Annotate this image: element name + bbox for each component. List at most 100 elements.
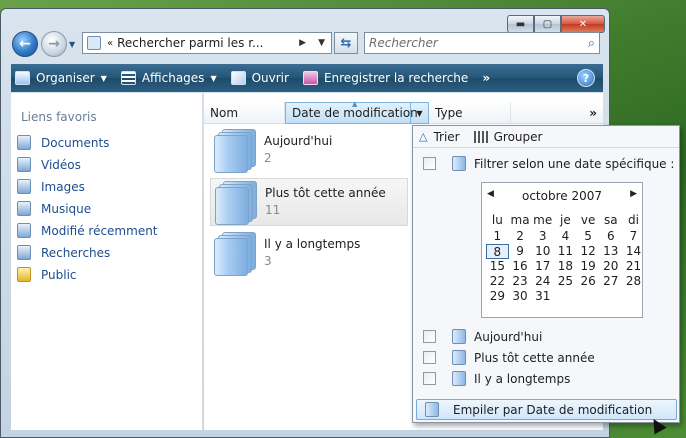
back-button[interactable]: ←: [12, 31, 38, 57]
calendar-day[interactable]: 9: [509, 244, 532, 259]
column-name[interactable]: Nom: [204, 102, 285, 124]
forward-button[interactable]: →: [41, 31, 67, 57]
calendar-day[interactable]: 29: [486, 289, 509, 304]
calendar-day[interactable]: 30: [509, 289, 532, 304]
days-of-week: lu ma me je ve sa di: [486, 213, 645, 227]
sidebar-item-label: Images: [41, 179, 85, 194]
breadcrumb-arrow-icon[interactable]: ▶: [293, 38, 312, 48]
help-icon[interactable]: ?: [577, 69, 595, 87]
stack-name: Plus tôt cette année: [265, 186, 386, 200]
sidebar-item-searches[interactable]: Recherches: [17, 245, 110, 260]
search-input[interactable]: Rechercher: [369, 36, 588, 50]
filter-this-year-label: Plus tôt cette année: [474, 351, 595, 365]
views-button[interactable]: Affichages ▼: [120, 71, 217, 85]
sidebar-item-music[interactable]: Musique: [17, 201, 91, 216]
column-filter-dropdown[interactable]: ▼: [410, 103, 428, 123]
day-of-week: ve: [580, 213, 596, 227]
sidebar-item-recent[interactable]: Modifié récemment: [17, 223, 158, 238]
calendar-day[interactable]: 10: [531, 244, 554, 259]
calendar-day[interactable]: 3: [531, 229, 554, 244]
maximize-button[interactable]: ▢: [534, 15, 561, 33]
column-date-modified[interactable]: ▲ Date de modification ▼: [285, 100, 429, 124]
sidebar-item-images[interactable]: Images: [17, 179, 85, 194]
calendar-day[interactable]: 11: [554, 244, 577, 259]
sidebar-item-documents[interactable]: Documents: [17, 135, 109, 150]
stack-long-ago[interactable]: Il y a longtemps 3: [210, 230, 408, 278]
calendar-week: 1 2 3 4 5 6 7: [486, 229, 645, 244]
next-month-icon[interactable]: ▶: [630, 189, 637, 199]
public-folder-icon: [17, 267, 31, 282]
stack-name: Il y a longtemps: [264, 237, 361, 251]
close-button[interactable]: ✕: [561, 15, 605, 33]
calendar-day[interactable]: 2: [509, 229, 532, 244]
calendar-day[interactable]: 24: [531, 274, 554, 289]
calendar-day[interactable]: 26: [577, 274, 600, 289]
calendar-day-selected[interactable]: 8: [486, 244, 509, 259]
filter-date-checkbox[interactable]: [423, 157, 436, 170]
music-icon: [17, 201, 31, 216]
calendar-day[interactable]: 25: [554, 274, 577, 289]
search-box[interactable]: Rechercher ⌕: [364, 32, 600, 54]
calendar-week: 15 16 17 18 19 20 21: [486, 259, 645, 274]
calendar-day[interactable]: 16: [509, 259, 532, 274]
calendar-day[interactable]: 4: [554, 229, 577, 244]
calendar-day[interactable]: 31: [531, 289, 554, 304]
address-dropdown-icon[interactable]: ▼: [312, 38, 331, 48]
open-button[interactable]: Ouvrir: [230, 71, 289, 85]
calendar-day: [622, 289, 645, 304]
column-type[interactable]: Type: [429, 102, 511, 124]
save-search-button[interactable]: Enregistrer la recherche: [302, 71, 468, 85]
stack-today[interactable]: Aujourd'hui 2: [210, 127, 408, 175]
filter-this-year-checkbox[interactable]: [423, 351, 436, 364]
calendar-day[interactable]: 15: [486, 259, 509, 274]
command-bar: Organiser ▼ Affichages ▼ Ouvrir Enregist…: [11, 64, 603, 92]
images-icon: [17, 179, 31, 194]
documents-icon: [17, 135, 31, 150]
favorite-links-heading: Liens favoris: [21, 110, 97, 124]
organize-button[interactable]: Organiser ▼: [15, 71, 107, 85]
sort-button[interactable]: Trier: [433, 130, 459, 144]
search-icon[interactable]: ⌕: [588, 36, 595, 51]
calendar-day[interactable]: 28: [622, 274, 645, 289]
calendar-day[interactable]: 22: [486, 274, 509, 289]
address-bar[interactable]: « Rechercher parmi les r... ▶ ▼: [82, 32, 332, 54]
sort-arrow-icon: ▲: [352, 100, 358, 108]
filter-long-ago-checkbox[interactable]: [423, 372, 436, 385]
recent-pages-dropdown[interactable]: ▼: [69, 40, 75, 49]
calendar-day[interactable]: 17: [531, 259, 554, 274]
caption-buttons: ▬ ▢ ✕: [507, 15, 605, 33]
column-filter-panel: △ Trier Grouper Filtrer selon une date s…: [412, 125, 680, 423]
calendar-day[interactable]: 14: [622, 244, 645, 259]
stack-small-icon: [425, 402, 439, 417]
breadcrumb-chevron-icon[interactable]: «: [107, 38, 113, 49]
calendar-day[interactable]: 18: [554, 259, 577, 274]
calendar-grid: 1 2 3 4 5 6 7 8 9 10 11 12 13 14 15 16 1…: [486, 229, 645, 304]
stack-earlier-this-year[interactable]: Plus tôt cette année 11: [210, 178, 408, 226]
minimize-button[interactable]: ▬: [507, 15, 534, 33]
refresh-button[interactable]: ⇆: [334, 32, 358, 54]
calendar-day[interactable]: 20: [599, 259, 622, 274]
calendar-day[interactable]: 13: [599, 244, 622, 259]
filter-today-checkbox[interactable]: [423, 330, 436, 343]
stack-by-date-button[interactable]: Empiler par Date de modification: [416, 399, 677, 420]
sidebar-item-public[interactable]: Public: [17, 267, 77, 282]
group-button[interactable]: Grouper: [494, 130, 543, 144]
more-commands-button[interactable]: »: [482, 71, 490, 85]
calendar-day[interactable]: 23: [509, 274, 532, 289]
calendar-day[interactable]: 27: [599, 274, 622, 289]
filter-long-ago-label: Il y a longtemps: [474, 372, 571, 386]
stack-count: 11: [265, 203, 281, 217]
calendar-month: octobre 2007: [521, 189, 602, 203]
column-more[interactable]: »: [511, 102, 603, 124]
calendar-day[interactable]: 7: [622, 229, 645, 244]
sidebar-item-label: Modifié récemment: [41, 223, 158, 238]
filter-today-label: Aujourd'hui: [474, 330, 543, 344]
calendar-day[interactable]: 6: [599, 229, 622, 244]
calendar-day[interactable]: 19: [577, 259, 600, 274]
calendar-day[interactable]: 21: [622, 259, 645, 274]
calendar-day[interactable]: 1: [486, 229, 509, 244]
stack-count: 2: [264, 151, 272, 165]
calendar-day[interactable]: 5: [577, 229, 600, 244]
calendar-day[interactable]: 12: [577, 244, 600, 259]
sidebar-item-videos[interactable]: Vidéos: [17, 157, 81, 172]
